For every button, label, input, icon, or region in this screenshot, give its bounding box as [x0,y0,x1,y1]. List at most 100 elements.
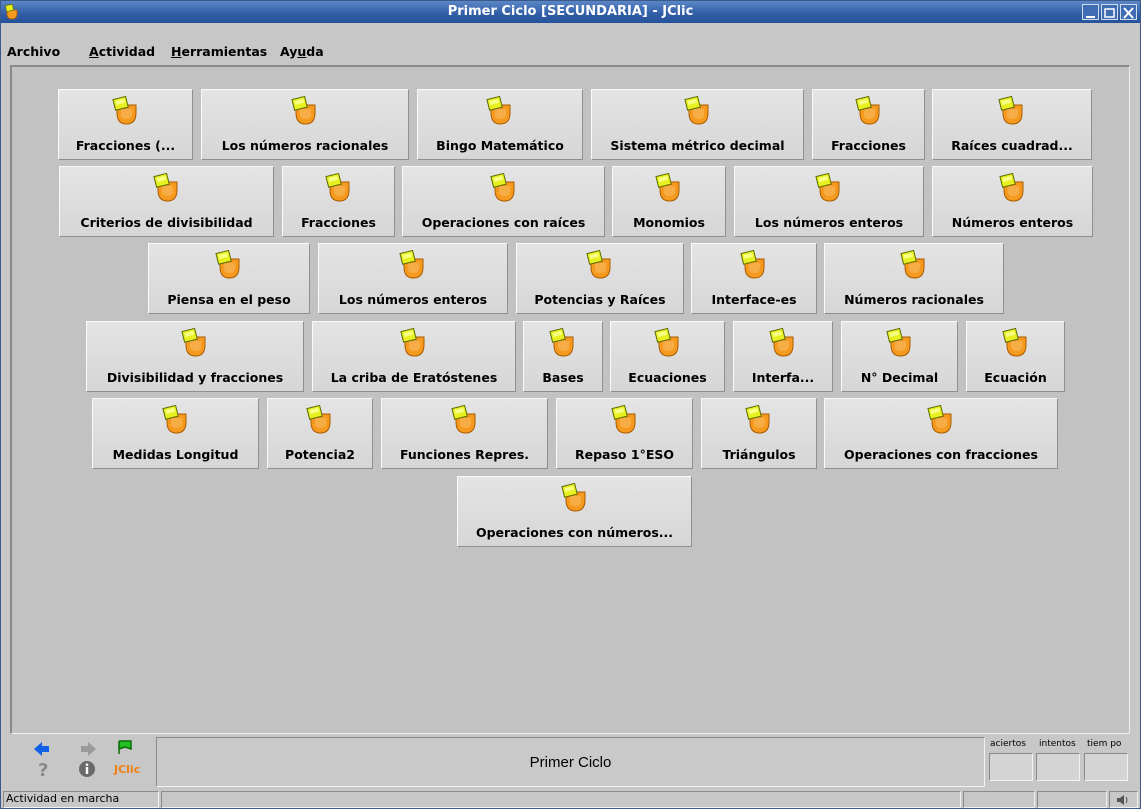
activity-button[interactable]: Potencia2 [267,398,373,469]
activity-label: La criba de Eratóstenes [330,370,498,385]
help-icon[interactable]: ? [34,759,54,779]
activity-button[interactable]: Números enteros [932,166,1093,237]
aciertos-label: aciertos [990,739,1026,749]
activity-label: Raíces cuadrad... [951,138,1073,153]
activity-label: N° Decimal [860,370,939,385]
activity-button[interactable]: Operaciones con raíces [402,166,605,237]
activity-button[interactable]: La criba de Eratóstenes [312,321,516,392]
activity-button[interactable]: Los números racionales [201,89,409,160]
activity-button[interactable]: Piensa en el peso [148,243,310,314]
activity-label: Operaciones con raíces [421,215,586,230]
activity-button[interactable]: N° Decimal [841,321,958,392]
activity-button[interactable]: Interfa... [733,321,833,392]
activity-icon [181,328,206,357]
activity-icon [745,405,770,434]
status-cell-2 [1037,791,1107,808]
activity-button[interactable]: Monomios [612,166,726,237]
menu-herramientas[interactable]: Herramientas [171,44,267,59]
window-title: Primer Ciclo [SECUNDARIA] - JClic [447,4,694,19]
intentos-counter [1036,753,1080,781]
activity-label: Números racionales [844,292,984,307]
activity-icon [152,173,177,202]
activity-button[interactable]: Bases [523,321,603,392]
flag-icon[interactable] [115,738,135,758]
activity-label: Potencia2 [285,447,355,462]
project-title: Primer Ciclo [529,754,612,771]
activity-button[interactable]: Ecuación [966,321,1065,392]
menu-actividad-label: ctividad [98,44,156,59]
minimize-icon [1086,16,1095,18]
activity-button[interactable]: Operaciones con números... [457,476,692,547]
activity-button[interactable]: Ecuaciones [610,321,725,392]
menu-ayuda-mnemonic: u [297,44,307,59]
activity-button[interactable]: Triángulos [701,398,817,469]
status-cell-1 [963,791,1035,808]
sound-toggle[interactable] [1109,791,1138,808]
activity-icon [998,96,1023,125]
activity-label: Sistema métrico decimal [610,138,785,153]
intentos-label: intentos [1039,739,1076,749]
info-icon[interactable] [77,759,97,779]
tiempo-counter [1084,753,1128,781]
activity-icon [215,250,240,279]
activity-icon [161,405,186,434]
activity-label: Bingo Matemático [436,138,564,153]
activity-label: Divisibilidad y fracciones [106,370,284,385]
activity-label: Piensa en el peso [167,292,291,307]
activity-icon [111,96,136,125]
jclic-logo-icon[interactable]: JClic [114,763,140,776]
activity-label: Medidas Longitud [112,447,239,462]
menu-actividad-mnemonic: A [89,44,99,59]
activity-icon [486,96,511,125]
svg-text:?: ? [38,760,48,779]
activity-label: Monomios [633,215,705,230]
menu-ayuda-label-end: da [306,44,324,59]
menu-herramientas-label: erramientas [181,44,268,59]
activity-icon [306,405,331,434]
maximize-icon [1104,8,1115,18]
activity-button[interactable]: Operaciones con fracciones [824,398,1058,469]
menu-archivo[interactable]: Archivo [7,44,60,59]
back-arrow-icon[interactable] [32,739,52,759]
forward-arrow-icon[interactable] [78,739,98,759]
activity-button[interactable]: Los números enteros [734,166,924,237]
title-bar[interactable]: Primer Ciclo [SECUNDARIA] - JClic [1,1,1140,23]
activity-button[interactable]: Fracciones [812,89,925,160]
activity-label: Fracciones (... [75,138,176,153]
activity-button[interactable]: Raíces cuadrad... [932,89,1092,160]
activity-button[interactable]: Fracciones (... [58,89,193,160]
menu-ayuda[interactable]: Ayuda [280,44,324,59]
status-text: Actividad en marcha [3,791,159,808]
activity-label: Fracciones [831,138,906,153]
activity-label: Funciones Repres. [399,447,530,462]
menu-actividad[interactable]: Actividad [89,44,155,59]
activity-label: Ecuaciones [628,370,707,385]
activity-button[interactable]: Interface-es [691,243,817,314]
menu-ayuda-label-start: Ay [280,44,298,59]
activity-button[interactable]: Potencias y Raíces [516,243,684,314]
activity-icon [653,328,678,357]
activity-button[interactable]: Criterios de divisibilidad [59,166,274,237]
activity-icon [1001,328,1026,357]
activity-button[interactable]: Funciones Repres. [381,398,548,469]
activity-button[interactable]: Números racionales [824,243,1004,314]
close-button[interactable] [1120,4,1137,20]
activity-button[interactable]: Repaso 1°ESO [556,398,693,469]
activity-button[interactable]: Los números enteros [318,243,508,314]
status-progress [161,791,961,808]
activity-label: Repaso 1°ESO [575,447,674,462]
activity-label: Los números racionales [221,138,389,153]
activity-button[interactable]: Bingo Matemático [417,89,583,160]
activity-label: Bases [542,370,584,385]
speaker-icon [1117,795,1128,805]
activity-button[interactable]: Divisibilidad y fracciones [86,321,304,392]
maximize-button[interactable] [1101,4,1118,20]
tiempo-label: tiem po [1087,739,1122,749]
activity-icon [324,173,349,202]
activity-button[interactable]: Sistema métrico decimal [591,89,804,160]
activity-label: Operaciones con fracciones [844,447,1038,462]
activity-label: Los números enteros [754,215,904,230]
minimize-button[interactable] [1082,4,1099,20]
activity-button[interactable]: Medidas Longitud [92,398,259,469]
activity-button[interactable]: Fracciones [282,166,395,237]
